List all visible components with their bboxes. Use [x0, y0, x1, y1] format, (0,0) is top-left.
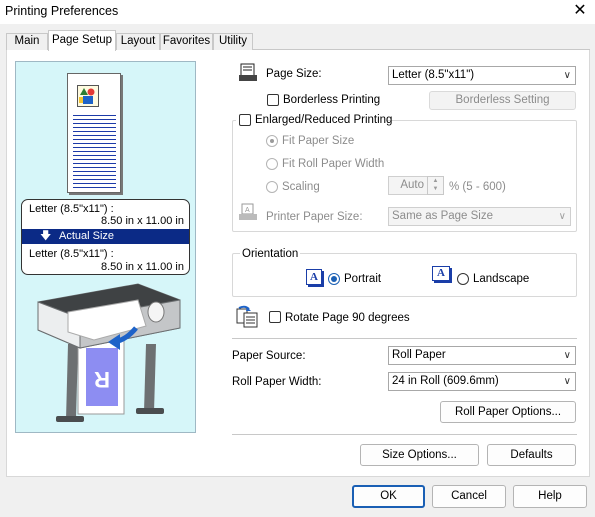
- chevron-down-icon: ∨: [563, 70, 571, 81]
- printer-paper-icon: A: [239, 203, 257, 220]
- scaling-spinner[interactable]: ▲ ▼: [427, 176, 444, 195]
- tab-utility[interactable]: Utility: [213, 33, 253, 50]
- fit-roll-label: Fit Roll Paper Width: [282, 158, 385, 170]
- paper-source-select[interactable]: Roll Paper ∨: [388, 346, 576, 365]
- borderless-setting-button[interactable]: Borderless Setting: [429, 91, 576, 110]
- roll-width-label: Roll Paper Width:: [232, 376, 322, 388]
- target-size-dims: 8.50 in x 11.00 in: [101, 261, 184, 273]
- size-options-button[interactable]: Size Options...: [360, 444, 479, 466]
- ok-button[interactable]: OK: [352, 485, 425, 508]
- paper-source-label: Paper Source:: [232, 350, 306, 362]
- rotate-label: Rotate Page 90 degrees: [285, 312, 410, 324]
- chevron-down-icon: ∨: [563, 376, 571, 387]
- page-size-select[interactable]: Letter (8.5"x11") ∨: [388, 66, 576, 85]
- enlarged-label: Enlarged/Reduced Printing: [255, 114, 393, 126]
- orientation-label: Orientation: [240, 248, 301, 260]
- page-size-label: Page Size:: [266, 68, 322, 80]
- fit-roll-radio[interactable]: [266, 158, 278, 170]
- chevron-down-icon: ∨: [558, 211, 566, 222]
- printer-paper-label: Printer Paper Size:: [266, 211, 363, 223]
- printer-paper-select[interactable]: Same as Page Size ∨: [388, 207, 571, 226]
- tab-layout[interactable]: Layout: [116, 33, 160, 50]
- printer-paper-value: Same as Page Size: [392, 210, 494, 222]
- landscape-radio[interactable]: [457, 273, 469, 285]
- actual-size-bar: 🡇 Actual Size: [22, 229, 189, 244]
- cancel-button[interactable]: Cancel: [432, 485, 506, 508]
- scaling-radio[interactable]: [266, 181, 278, 193]
- roll-width-select[interactable]: 24 in Roll (609.6mm) ∨: [388, 372, 576, 391]
- page-size-icon: [239, 63, 257, 81]
- tab-main[interactable]: Main: [6, 33, 48, 50]
- borderless-checkbox[interactable]: [267, 94, 279, 106]
- target-size-label: Letter (8.5"x11") :: [29, 248, 114, 260]
- divider: [232, 434, 577, 435]
- tab-page-setup[interactable]: Page Setup: [48, 30, 116, 51]
- scaling-label: Scaling: [282, 181, 320, 193]
- scaling-range: % (5 - 600): [449, 181, 506, 193]
- window-title: Printing Preferences: [5, 4, 119, 18]
- portrait-radio[interactable]: [328, 273, 340, 285]
- landscape-label: Landscape: [473, 273, 530, 285]
- arrow-down-icon: 🡇: [40, 230, 52, 242]
- printer-illustration: R: [37, 283, 181, 422]
- tab-favorites[interactable]: Favorites: [160, 33, 213, 50]
- landscape-icon: A: [432, 266, 450, 281]
- source-size-dims: 8.50 in x 11.00 in: [101, 215, 184, 227]
- portrait-icon: A: [306, 269, 322, 285]
- portrait-label: Portrait: [344, 273, 382, 285]
- printer-paper-icon-letter: A: [245, 207, 250, 214]
- defaults-button[interactable]: Defaults: [487, 444, 576, 466]
- close-icon[interactable]: ✕: [569, 1, 591, 21]
- scaling-input[interactable]: Auto: [388, 176, 428, 195]
- paper-source-value: Roll Paper: [392, 349, 446, 361]
- picture-icon: [77, 85, 99, 107]
- fit-paper-radio[interactable]: [266, 135, 278, 147]
- rotate-checkbox[interactable]: [269, 311, 281, 323]
- text-lines-graphic: [73, 115, 116, 188]
- printer-letter: R: [94, 367, 110, 392]
- chevron-down-icon: ∨: [563, 350, 571, 361]
- borderless-label: Borderless Printing: [283, 94, 381, 106]
- actual-size-label: Actual Size: [59, 230, 115, 242]
- roll-paper-options-button[interactable]: Roll Paper Options...: [440, 401, 576, 423]
- help-button[interactable]: Help: [513, 485, 587, 508]
- fit-paper-label: Fit Paper Size: [282, 135, 355, 147]
- divider: [232, 338, 577, 339]
- enlarged-checkbox[interactable]: [239, 114, 251, 126]
- roll-width-value: 24 in Roll (609.6mm): [392, 375, 499, 387]
- rotate-page-icon: [236, 305, 258, 328]
- page-size-value: Letter (8.5"x11"): [392, 69, 475, 81]
- source-size-label: Letter (8.5"x11") :: [29, 203, 114, 215]
